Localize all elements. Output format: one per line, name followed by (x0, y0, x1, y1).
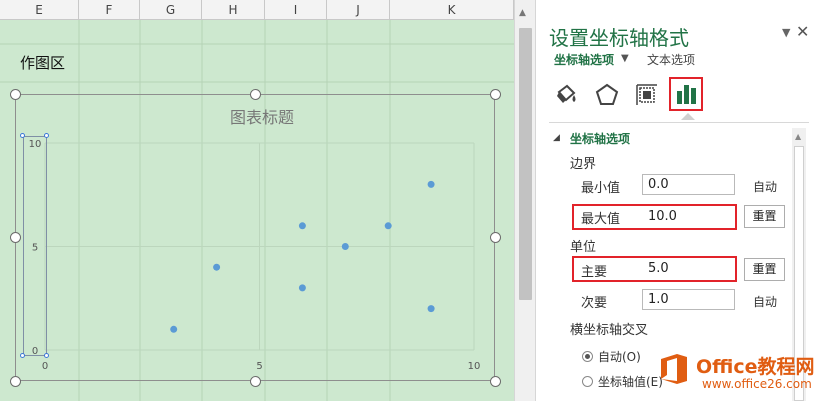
watermark-url: www.office26.com (702, 377, 812, 391)
minor-auto-status: 自动 (753, 295, 778, 309)
data-point[interactable] (213, 263, 221, 271)
radio-axis-value-label[interactable]: 坐标轴值(E) (598, 373, 663, 390)
data-points (170, 180, 435, 333)
minor-input[interactable]: 1.0 (642, 289, 735, 310)
minor-label: 次要 (581, 296, 608, 311)
pane-title: 设置坐标轴格式 (549, 26, 689, 50)
vertical-axis-selection[interactable] (23, 136, 47, 356)
axis-selection-handle[interactable] (44, 133, 49, 138)
fill-line-icon[interactable] (551, 80, 581, 110)
scatter-plot[interactable]: 0 5 100510 (0, 0, 514, 401)
bounds-label: 边界 (570, 157, 597, 172)
maximum-input[interactable]: 10.0 (642, 206, 735, 227)
close-icon[interactable]: ✕ (796, 22, 809, 41)
units-label: 单位 (570, 240, 597, 255)
axis-selection-handle[interactable] (20, 353, 25, 358)
effects-icon[interactable] (592, 80, 622, 110)
maximum-reset-button[interactable]: 重置 (744, 205, 785, 228)
tab-pointer (681, 113, 695, 120)
radio-axis-value[interactable] (582, 376, 593, 387)
format-axis-pane: 设置坐标轴格式 ▼ ✕ 坐标轴选项 ▼ 文本选项 ▲ ◢ 坐标轴选项 边界 最小… (537, 0, 819, 401)
x-tick-label: 0 (42, 361, 48, 372)
section-title-axis-options[interactable]: 坐标轴选项 (570, 130, 630, 147)
data-point[interactable] (427, 305, 435, 313)
scroll-up-arrow-icon[interactable]: ▲ (519, 8, 526, 18)
minimum-label: 最小值 (581, 181, 621, 196)
worksheet[interactable]: E F G H I J K 作图区 图表标题 0 5 10 0 5 10 (0, 0, 514, 401)
major-reset-button[interactable]: 重置 (744, 258, 785, 281)
data-point[interactable] (170, 325, 178, 333)
collapse-triangle-icon[interactable]: ◢ (553, 133, 560, 143)
data-point[interactable] (341, 243, 349, 250)
scrollbar-thumb[interactable] (519, 28, 532, 300)
axis-options-icon[interactable] (671, 79, 701, 109)
axis-selection-handle[interactable] (20, 133, 25, 138)
plot-gridlines (44, 142, 475, 351)
major-label: 主要 (581, 265, 608, 280)
size-properties-icon[interactable] (632, 80, 662, 110)
x-tick-label: 10 (468, 361, 481, 372)
minimum-auto-status: 自动 (753, 180, 778, 194)
maximum-label: 最大值 (581, 212, 621, 227)
chevron-down-icon[interactable]: ▼ (621, 53, 629, 64)
tab-axis-options[interactable]: 坐标轴选项 (554, 51, 614, 68)
data-point[interactable] (298, 284, 306, 292)
axis-tick-labels: 0 5 100510 (29, 139, 481, 372)
scroll-up-arrow-icon[interactable]: ▲ (795, 132, 801, 141)
office-logo-icon (661, 354, 687, 384)
pane-options-dropdown-icon[interactable]: ▼ (782, 26, 790, 39)
tab-text-options[interactable]: 文本选项 (647, 51, 695, 68)
major-input[interactable]: 5.0 (642, 258, 735, 279)
data-point[interactable] (298, 222, 306, 230)
radio-selected-dot (585, 354, 590, 359)
data-point[interactable] (427, 180, 435, 188)
worksheet-vertical-scrollbar[interactable]: ▲ (514, 0, 536, 401)
watermark-title: Office教程网 (696, 356, 815, 378)
axis-selection-handle[interactable] (44, 353, 49, 358)
pane-divider (549, 122, 809, 123)
minimum-input[interactable]: 0.0 (642, 174, 735, 195)
horizontal-axis-crosses-label: 横坐标轴交叉 (570, 323, 649, 338)
radio-auto-label[interactable]: 自动(O) (598, 348, 641, 365)
radio-auto[interactable] (582, 351, 593, 362)
data-point[interactable] (384, 222, 392, 230)
x-tick-label: 5 (256, 361, 262, 372)
